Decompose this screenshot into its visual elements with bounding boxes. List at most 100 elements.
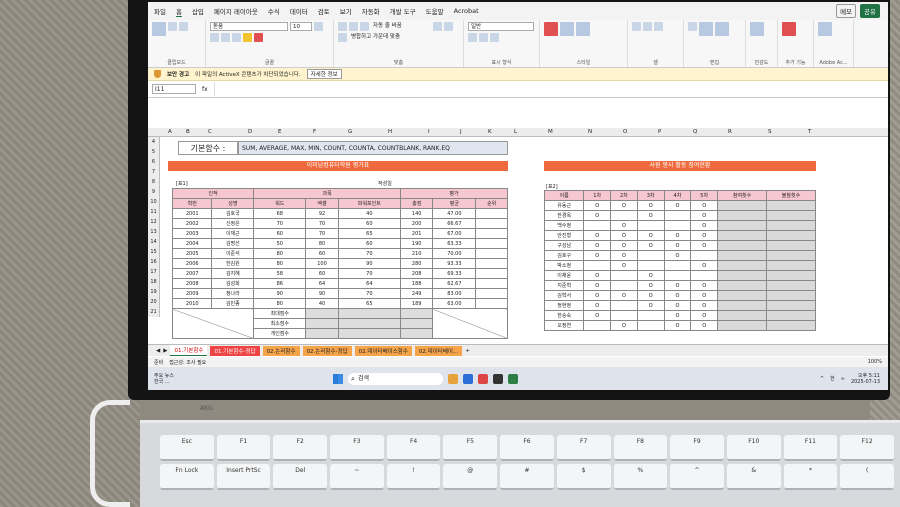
table-cell[interactable] [475, 208, 508, 219]
table-cell[interactable]: 정현정 [543, 300, 585, 311]
sort-filter-icon[interactable] [699, 22, 713, 36]
table-cell[interactable]: 2004 [171, 238, 213, 249]
border-icon[interactable] [232, 33, 241, 42]
name-box[interactable]: I11 [152, 84, 196, 94]
table-cell[interactable]: O [636, 230, 665, 241]
keyboard-key[interactable]: Del [273, 464, 328, 490]
table-cell[interactable]: 70 [305, 228, 339, 239]
table-cell[interactable]: O [636, 270, 665, 281]
excel-icon[interactable] [508, 373, 518, 384]
table-cell[interactable]: O [583, 290, 612, 301]
table-cell[interactable] [475, 278, 508, 289]
row-header[interactable]: 8 [148, 177, 159, 187]
table-cell[interactable] [400, 318, 434, 329]
table-cell[interactable]: O [610, 240, 638, 251]
table-cell[interactable] [400, 308, 434, 319]
table-cell[interactable]: 40 [337, 208, 402, 219]
table-cell[interactable] [610, 280, 638, 291]
windows-start-icon[interactable] [333, 373, 343, 384]
table-cell[interactable]: 한경옥 [543, 210, 585, 221]
keyboard-key[interactable]: ( [840, 464, 894, 490]
table-cell[interactable]: 63.33 [432, 238, 477, 249]
keyboard-key[interactable]: % [613, 464, 668, 490]
table-cell[interactable]: 80 [253, 298, 307, 309]
table-cell[interactable]: O [610, 220, 638, 231]
table-cell[interactable]: 김혁서 [543, 290, 585, 301]
keyboard-key[interactable]: F11 [783, 435, 838, 461]
row-header[interactable]: 13 [148, 227, 159, 237]
tab-page-layout[interactable]: 페이지 레이아웃 [214, 6, 258, 16]
table-cell[interactable] [663, 220, 692, 231]
table-cell[interactable]: 2003 [171, 228, 213, 239]
column-header[interactable]: R [728, 129, 732, 135]
table-cell[interactable]: 5차 [690, 190, 719, 201]
table-cell[interactable]: 지준혁 [543, 280, 585, 291]
table-cell[interactable]: O [690, 260, 719, 271]
table-cell[interactable]: O [690, 300, 719, 311]
table-cell[interactable] [717, 300, 768, 311]
table-cell[interactable]: O [610, 320, 638, 331]
row-header[interactable]: 7 [148, 167, 159, 177]
table-cell[interactable] [475, 238, 508, 249]
table-cell[interactable]: O [663, 250, 692, 261]
table-cell[interactable] [766, 230, 816, 241]
table-cell[interactable] [475, 258, 508, 269]
table-cell[interactable] [717, 290, 768, 301]
align-left-icon[interactable] [433, 22, 442, 31]
fx-icon[interactable]: fx [202, 86, 208, 93]
table-cell[interactable]: O [690, 220, 719, 231]
table-cell[interactable] [305, 318, 339, 329]
share-button[interactable]: 공유 [860, 4, 880, 18]
wifi-icon[interactable]: ≈ [841, 376, 845, 382]
italic-icon[interactable] [210, 33, 219, 42]
row-header[interactable]: 11 [148, 207, 159, 217]
keyboard-key[interactable]: ~ [330, 464, 384, 490]
column-header[interactable]: H [388, 129, 392, 135]
column-header[interactable]: O [623, 129, 627, 135]
table-cell[interactable] [766, 200, 816, 211]
row-header[interactable]: 16 [148, 257, 159, 267]
table-cell[interactable] [636, 320, 665, 331]
table-cell[interactable]: O [690, 210, 719, 221]
cut-icon[interactable] [168, 22, 177, 31]
keyboard-key[interactable]: F3 [330, 435, 384, 461]
table-cell[interactable] [690, 250, 719, 261]
table-cell[interactable]: 정나라 [211, 288, 255, 299]
taskbar-search[interactable]: 검색 [348, 372, 443, 385]
table-cell[interactable] [717, 220, 768, 231]
keyboard-key[interactable]: @ [443, 464, 498, 490]
table-cell[interactable]: 김지혜 [211, 268, 255, 279]
table-cell[interactable]: 92 [305, 208, 339, 219]
table-cell[interactable] [766, 220, 816, 231]
table-cell[interactable]: O [663, 300, 692, 311]
row-header[interactable]: 17 [148, 267, 159, 277]
table-cell[interactable] [766, 300, 816, 311]
table-cell[interactable] [717, 280, 768, 291]
table-cell[interactable]: 4차 [663, 190, 692, 201]
keyboard-key[interactable]: $ [556, 464, 611, 490]
font-size-field[interactable]: 10 [290, 22, 312, 31]
keyboard-key[interactable]: ! [386, 464, 441, 490]
table-cell[interactable]: 과목 [253, 188, 402, 199]
table-cell[interactable]: 40 [305, 298, 339, 309]
table-cell[interactable]: 1차 [583, 190, 612, 201]
row-header[interactable]: 10 [148, 197, 159, 207]
table-cell[interactable]: 최대점수 [253, 308, 307, 319]
table-cell[interactable]: 70.00 [432, 248, 477, 259]
formula-input[interactable] [213, 82, 888, 96]
column-header[interactable]: J [460, 129, 462, 135]
table-cell[interactable]: 65 [337, 298, 402, 309]
table-cell[interactable]: O [583, 240, 612, 251]
format-cells-icon[interactable] [654, 22, 663, 31]
table-cell[interactable]: O [583, 250, 612, 261]
table-cell[interactable]: 2001 [171, 208, 213, 219]
row-header[interactable]: 12 [148, 217, 159, 227]
column-header[interactable]: P [658, 129, 661, 135]
table-cell[interactable]: O [663, 240, 692, 251]
table-cell[interactable]: 평균 [432, 198, 477, 209]
next-sheet-icon[interactable]: ▶ [163, 348, 167, 354]
table-cell[interactable] [766, 310, 816, 321]
table-cell[interactable]: O [690, 230, 719, 241]
table-cell[interactable]: 93.33 [432, 258, 477, 269]
table-cell[interactable] [305, 328, 339, 339]
